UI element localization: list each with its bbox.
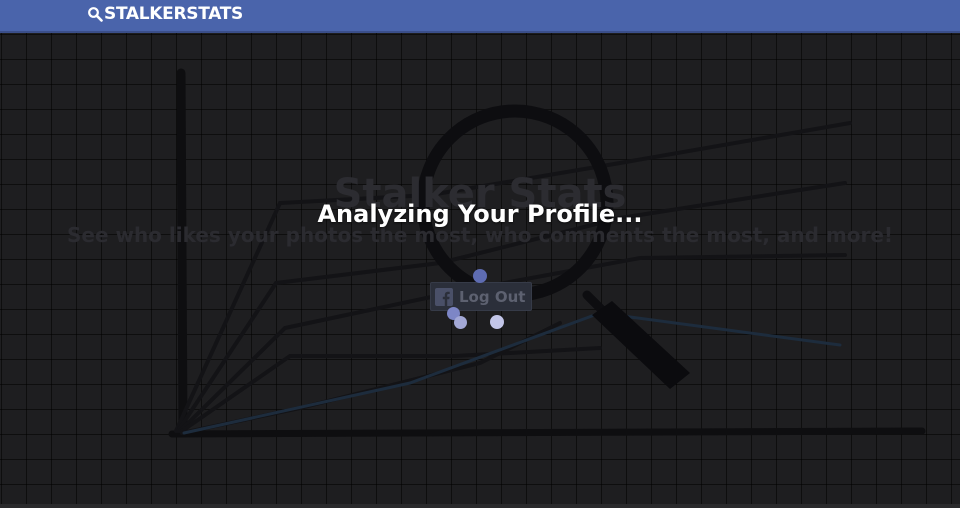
top-navigation-bar: STALKERSTATS xyxy=(0,0,960,33)
magnifier-icon xyxy=(88,7,103,22)
brand-logo-link[interactable]: STALKERSTATS xyxy=(87,4,243,24)
spinner-dot xyxy=(454,316,467,329)
brand-name: STALKERSTATS xyxy=(104,4,243,24)
main-stage: Stalker Stats See who likes your photos … xyxy=(0,33,960,508)
spinner-dot xyxy=(473,269,487,283)
spinner-dot xyxy=(490,315,504,329)
analyzing-status-text: Analyzing Your Profile... xyxy=(317,200,643,228)
loading-spinner xyxy=(440,263,510,333)
page-bottom-edge xyxy=(0,504,960,508)
